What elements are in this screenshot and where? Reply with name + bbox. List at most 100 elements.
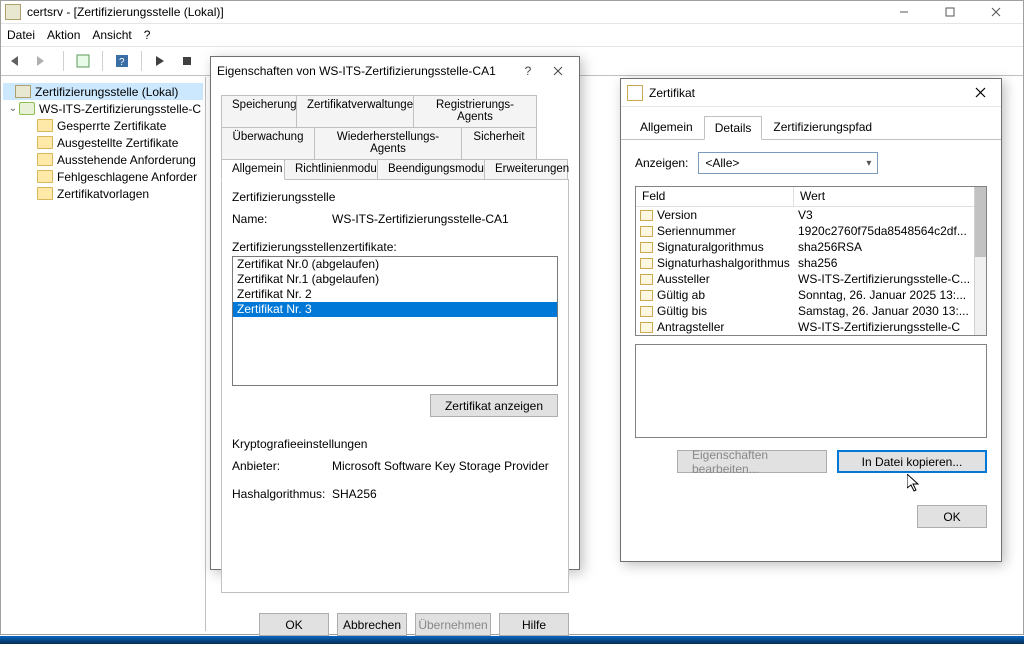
tree-failed[interactable]: Fehlgeschlagene Anforder — [3, 168, 203, 185]
table-row[interactable]: Gültig bisSamstag, 26. Januar 2030 13:..… — [636, 303, 974, 319]
toolbar-separator — [63, 51, 64, 71]
tab-page-general: Zertifizierungsstelle Name: WS-ITS-Zerti… — [221, 179, 569, 593]
menu-view[interactable]: Ansicht — [92, 28, 131, 42]
ca-root-icon — [15, 85, 31, 98]
cert-detail-table[interactable]: Feld Wert VersionV3 Seriennummer1920c276… — [635, 186, 987, 336]
table-row[interactable]: Gültig abSonntag, 26. Januar 2025 13:... — [636, 287, 974, 303]
view-certificate-button[interactable]: Zertifikat anzeigen — [430, 394, 558, 417]
tree-ca[interactable]: ⌄ WS-ITS-Zertifizierungsstelle-C — [3, 100, 203, 117]
play-button[interactable] — [150, 50, 172, 72]
table-row[interactable]: Seriennummer1920c2760f75da8548564c2df... — [636, 223, 974, 239]
scroll-thumb[interactable] — [975, 187, 986, 257]
col-value[interactable]: Wert — [794, 187, 974, 206]
field-value-box[interactable] — [635, 344, 987, 438]
stop-button[interactable] — [176, 50, 198, 72]
table-row[interactable]: VersionV3 — [636, 207, 974, 223]
back-button[interactable] — [7, 50, 29, 72]
tab-cert-details[interactable]: Details — [704, 116, 763, 140]
collapse-icon[interactable]: ⌄ — [7, 103, 19, 114]
table-row[interactable]: Signaturhashalgorithmussha256 — [636, 255, 974, 271]
list-item-selected[interactable]: Zertifikat Nr. 3 — [233, 302, 557, 317]
tree-ca-label: WS-ITS-Zertifizierungsstelle-C — [39, 102, 201, 116]
tree-revoked[interactable]: Gesperrte Zertifikate — [3, 117, 203, 134]
table-row[interactable]: AusstellerWS-ITS-Zertifizierungsstelle-C… — [636, 271, 974, 287]
name-label: Name: — [232, 212, 332, 226]
tab-agents[interactable]: Registrierungs-Agents — [413, 95, 537, 128]
certificate-dialog: Zertifikat Allgemein Details Zertifizier… — [620, 78, 1002, 562]
certificate-icon — [627, 85, 643, 101]
tab-general[interactable]: Allgemein — [221, 159, 285, 180]
dialog-titlebar: Zertifikat — [621, 79, 1001, 107]
field-name: Gültig bis — [657, 304, 707, 318]
folder-icon — [37, 187, 53, 200]
ca-cert-list[interactable]: Zertifikat Nr.0 (abgelaufen) Zertifikat … — [232, 256, 558, 386]
tab-cert-path[interactable]: Zertifizierungspfad — [762, 115, 883, 139]
menubar: Datei Aktion Ansicht ? — [1, 24, 1023, 46]
properties-button[interactable] — [72, 50, 94, 72]
cancel-button[interactable]: Abbrechen — [337, 613, 407, 636]
tree-item-label: Fehlgeschlagene Anforder — [57, 170, 197, 184]
maximize-button[interactable] — [927, 1, 973, 23]
tree-templates[interactable]: Zertifikatvorlagen — [3, 185, 203, 202]
tree-issued[interactable]: Ausgestellte Zertifikate — [3, 134, 203, 151]
list-item[interactable]: Zertifikat Nr.0 (abgelaufen) — [233, 257, 557, 272]
tab-cert-general[interactable]: Allgemein — [629, 115, 704, 139]
close-icon[interactable] — [543, 58, 573, 84]
ok-button[interactable]: OK — [259, 613, 329, 636]
field-value: WS-ITS-Zertifizierungsstelle-C — [794, 320, 974, 334]
minimize-button[interactable] — [881, 1, 927, 23]
close-icon[interactable] — [965, 80, 995, 106]
scrollbar[interactable] — [974, 187, 986, 335]
dialog-title: Zertifikat — [649, 86, 695, 100]
copy-to-file-button[interactable]: In Datei kopieren... — [837, 450, 987, 473]
dialog-title: Eigenschaften von WS-ITS-Zertifizierungs… — [217, 64, 496, 78]
certs-label: Zertifizierungsstellenzertifikate: — [232, 240, 558, 254]
apply-button[interactable]: Übernehmen — [415, 613, 491, 636]
tree-pane[interactable]: Zertifizierungsstelle (Lokal) ⌄ WS-ITS-Z… — [1, 77, 206, 631]
tab-ext[interactable]: Erweiterungen — [484, 159, 568, 180]
field-name: Gültig ab — [657, 288, 705, 302]
table-header: Feld Wert — [636, 187, 974, 207]
menu-file[interactable]: Datei — [7, 28, 35, 42]
ok-button[interactable]: OK — [917, 505, 987, 528]
taskbar — [0, 636, 1024, 644]
tab-audit[interactable]: Überwachung — [221, 127, 315, 160]
field-value: WS-ITS-Zertifizierungsstelle-C... — [794, 272, 974, 286]
provider-value: Microsoft Software Key Storage Provider — [332, 459, 549, 473]
hash-value: SHA256 — [332, 487, 377, 501]
list-item[interactable]: Zertifikat Nr.1 (abgelaufen) — [233, 272, 557, 287]
table-row[interactable]: Antragsteller WS-ITS-Zertifizierungsstell… — [636, 319, 974, 335]
list-item[interactable]: Zertifikat Nr. 2 — [233, 287, 557, 302]
tab-recovery[interactable]: Wiederherstellungs-Agents — [314, 127, 462, 160]
tab-policy[interactable]: Richtlinienmodul — [284, 159, 378, 180]
forward-button[interactable] — [33, 50, 55, 72]
tree-root[interactable]: Zertifizierungsstelle (Lokal) — [3, 83, 203, 100]
tab-exit[interactable]: Beendigungsmodul — [377, 159, 485, 180]
table-row[interactable]: Signaturalgorithmussha256RSA — [636, 239, 974, 255]
field-icon — [640, 258, 653, 269]
col-field[interactable]: Feld — [636, 187, 794, 206]
field-icon — [640, 290, 653, 301]
help-button[interactable]: Hilfe — [499, 613, 569, 636]
field-icon — [640, 242, 653, 253]
tab-storage[interactable]: Speicherung — [221, 95, 297, 128]
menu-help[interactable]: ? — [144, 28, 151, 42]
close-button[interactable] — [973, 1, 1019, 23]
help-button[interactable]: ? — [111, 50, 133, 72]
show-selected: <Alle> — [705, 156, 739, 170]
show-combo[interactable]: <Alle> ▾ — [698, 152, 878, 174]
tree-pending[interactable]: Ausstehende Anforderung — [3, 151, 203, 168]
field-icon — [640, 274, 653, 285]
folder-icon — [37, 153, 53, 166]
ca-section-label: Zertifizierungsstelle — [232, 190, 558, 204]
tree-item-label: Ausstehende Anforderung — [57, 153, 196, 167]
field-icon — [640, 226, 653, 237]
tab-security[interactable]: Sicherheit — [461, 127, 537, 160]
edit-properties-button[interactable]: Eigenschaften bearbeiten... — [677, 450, 827, 473]
field-value: sha256 — [794, 256, 974, 270]
tab-certmgr[interactable]: Zertifikatverwaltungen — [296, 95, 414, 128]
help-icon[interactable]: ? — [513, 58, 543, 84]
menu-action[interactable]: Aktion — [47, 28, 80, 42]
field-name: Signaturalgorithmus — [657, 240, 764, 254]
field-name: Antragsteller — [657, 320, 724, 334]
